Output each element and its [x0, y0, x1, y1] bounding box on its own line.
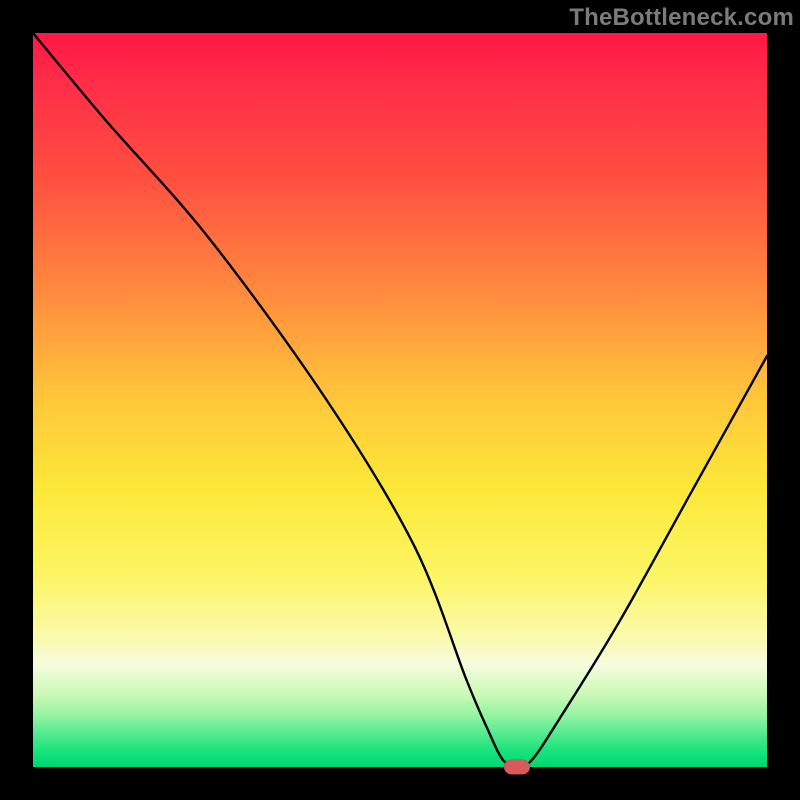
- watermark-text: TheBottleneck.com: [569, 4, 794, 32]
- plot-area: [33, 33, 767, 767]
- chart-frame: TheBottleneck.com: [0, 0, 800, 800]
- optimum-marker: [504, 760, 530, 775]
- bottleneck-curve: [33, 33, 767, 767]
- curve-path: [33, 33, 767, 767]
